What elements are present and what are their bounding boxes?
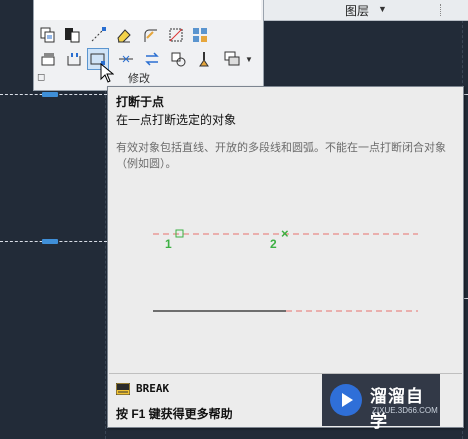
tooltip-description: 在一点打断选定的对象 (116, 113, 237, 127)
draw-order-icon (224, 51, 240, 66)
draw-order-button[interactable] (221, 48, 243, 70)
move-arrows-icon (145, 52, 159, 66)
panel-header (34, 0, 261, 20)
grip-handle[interactable] (42, 92, 58, 97)
mouse-cursor-icon (100, 63, 114, 83)
chevron-down-icon[interactable]: ▼ (378, 4, 387, 14)
cross-marker: × (281, 226, 289, 241)
brush-tool-button[interactable] (193, 48, 215, 70)
join-tool-button[interactable] (115, 48, 137, 70)
command-line-icon (116, 383, 130, 395)
trim-tool-button[interactable] (165, 24, 187, 46)
array-icon (193, 28, 207, 42)
brush-icon (199, 52, 209, 67)
watermark-url: ZIXUE.3D66.COM (372, 406, 438, 415)
pin-icon[interactable]: ◻ (37, 72, 45, 83)
array-tool-button[interactable] (189, 24, 211, 46)
fillet-icon (144, 29, 157, 42)
watermark: 溜溜自学 ZIXUE.3D66.COM (322, 374, 440, 431)
stretch-icon (91, 27, 106, 42)
explode-tool-button[interactable] (37, 48, 59, 70)
break-illustration: 1 × 2 (153, 226, 418, 312)
break-icon (67, 53, 81, 66)
rotate-tool-button[interactable] (167, 48, 189, 70)
join-icon (119, 55, 133, 63)
point-label-1: 1 (165, 237, 172, 251)
rotate-icon (171, 52, 186, 67)
chevron-down-icon[interactable]: ▼ (243, 48, 255, 70)
copy-icon (40, 27, 55, 43)
watermark-logo-icon (330, 384, 362, 416)
tooltip-detail: 有效对象包括直线、开放的多段线和圆弧。不能在一点打断闭合对象（例如圆）。 (116, 142, 446, 170)
erase-tool-button[interactable] (113, 24, 135, 46)
grip-handle[interactable] (42, 239, 58, 244)
panel-title[interactable]: 修改 (128, 70, 150, 86)
divider (440, 4, 443, 16)
point-label-2: 2 (270, 237, 277, 251)
move-tool-button[interactable] (141, 48, 163, 70)
stretch-tool-button[interactable] (87, 24, 109, 46)
copy-tool-button[interactable] (37, 24, 59, 46)
layers-panel-label[interactable]: 图层 (345, 2, 369, 19)
explode-icon (41, 53, 55, 66)
fillet-tool-button[interactable] (139, 24, 161, 46)
command-name: BREAK (136, 382, 170, 395)
tooltip-title: 打断于点 (116, 95, 165, 109)
mirror-icon (65, 28, 80, 43)
help-hint: 按 F1 键获得更多帮助 (116, 407, 233, 421)
break-tool-button[interactable] (63, 48, 85, 70)
trim-icon (169, 28, 183, 42)
mirror-tool-button[interactable] (61, 24, 83, 46)
eraser-icon (117, 29, 131, 43)
